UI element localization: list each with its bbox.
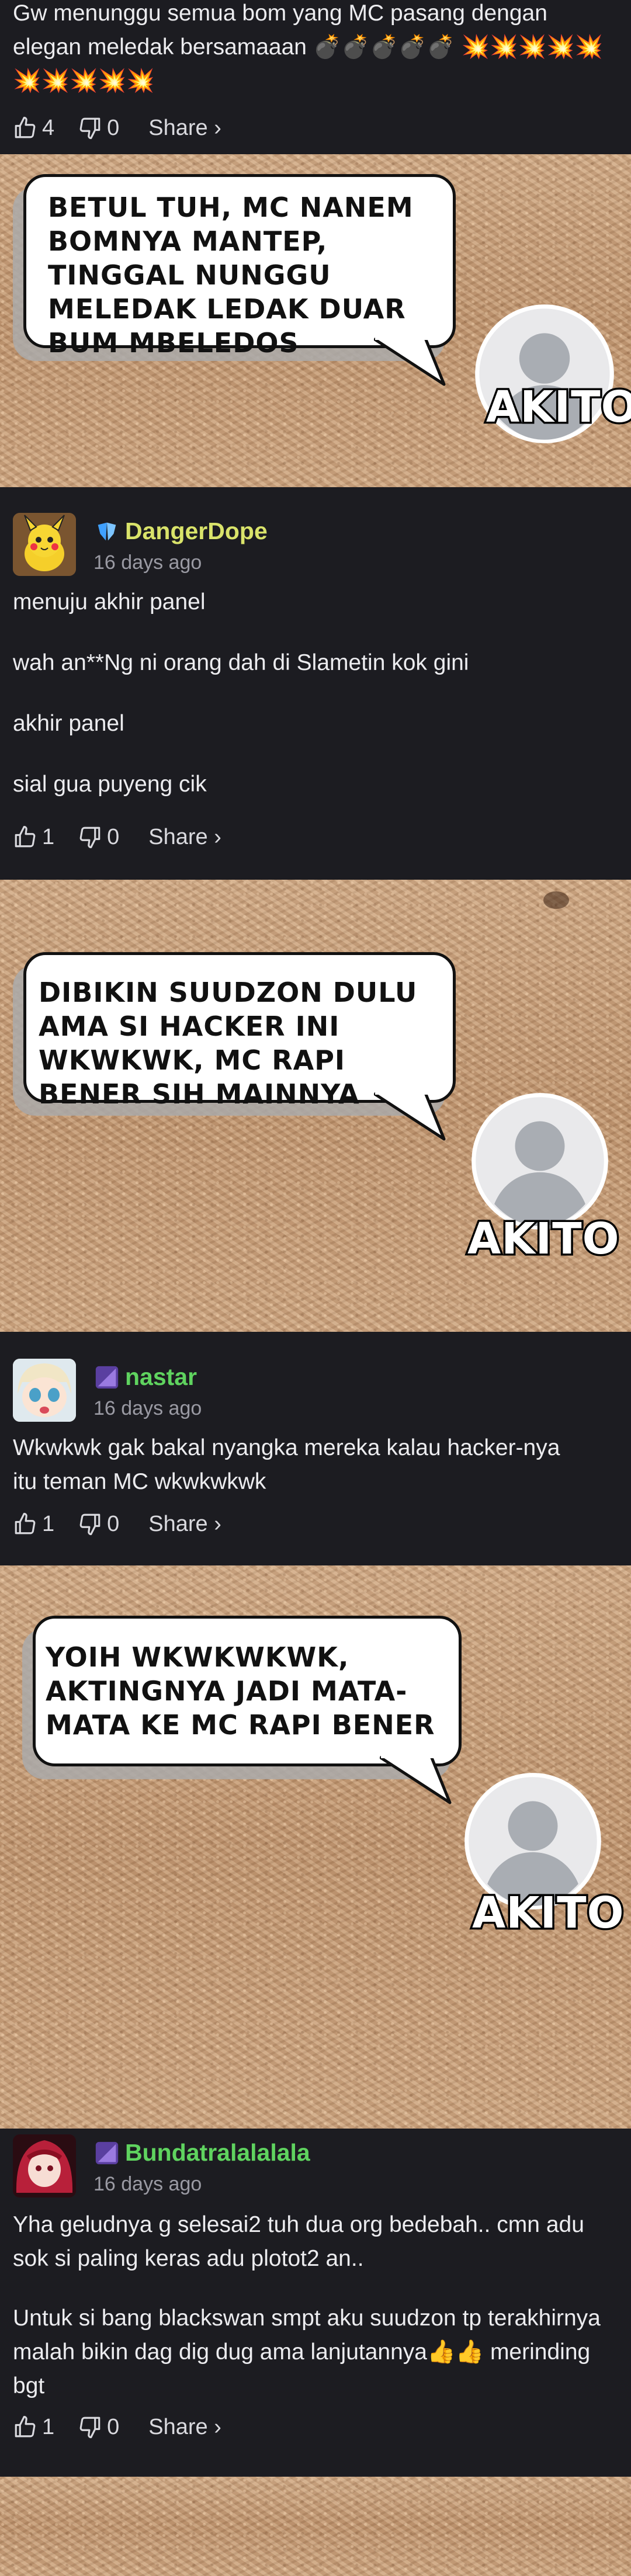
dislike-count: 0 (107, 1511, 120, 1536)
avatar-placeholder-icon (471, 1092, 609, 1230)
username[interactable]: DangerDope (93, 518, 268, 545)
username-text: nastar (125, 1363, 197, 1390)
share-button[interactable]: Share › (148, 825, 221, 850)
user-avatar[interactable] (13, 2134, 76, 2197)
anime-girl-avatar-icon (13, 1359, 76, 1422)
comment-line: menuju akhir panel (13, 589, 206, 615)
username-text: DangerDope (125, 518, 268, 544)
like-button[interactable]: 1 (13, 1512, 78, 1537)
comment-3-actions: 1 0 Share › (13, 2414, 221, 2440)
character-name: AKITO (484, 380, 631, 435)
bubble-tail (380, 1748, 452, 1804)
timestamp: 16 days ago (93, 2173, 202, 2195)
dislike-count: 0 (107, 2414, 120, 2439)
pikachu-avatar-icon (13, 513, 76, 576)
bubble-text: YOIH WKWKWKWK, AKTINGNYA JADI MATA-MATA … (46, 1641, 435, 1741)
comment-3: Bundatralalalala 16 days ago Yha geludny… (0, 2129, 631, 2477)
like-button[interactable]: 1 (13, 2415, 78, 2440)
thumb-down-icon (78, 116, 102, 140)
thumb-down-icon (78, 825, 102, 849)
purple-badge-icon (95, 2141, 119, 2164)
like-count: 1 (42, 2414, 55, 2439)
character-name: AKITO (470, 1886, 626, 1940)
thumb-up-icon (13, 1512, 37, 1536)
user-avatar[interactable] (13, 1359, 76, 1422)
share-button[interactable]: Share › (148, 2415, 221, 2440)
username[interactable]: nastar (93, 1363, 197, 1391)
bubble-text: BETUL TUH, MC NANEM BOMNYA MANTEP, TINGG… (48, 192, 414, 359)
bubble-text: DIBIKIN SUUDZON DULU AMA SI HACKER INI W… (39, 977, 418, 1110)
dislike-button[interactable]: 0 (78, 825, 143, 850)
comment-2: nastar 16 days ago Wkwkwk gak bakal nyan… (0, 1332, 631, 1565)
comment-2-actions: 1 0 Share › (13, 1511, 221, 1537)
thumb-down-icon (78, 2415, 102, 2439)
thumb-up-icon (13, 116, 37, 140)
username-text: Bundatralalalala (125, 2139, 310, 2166)
like-button[interactable]: 1 (13, 825, 78, 850)
like-count: 4 (42, 115, 55, 140)
comment-1: DangerDope 16 days ago menuju akhir pane… (0, 487, 631, 880)
share-button[interactable]: Share › (148, 116, 221, 141)
dislike-button[interactable]: 0 (78, 2415, 143, 2440)
dislike-count: 0 (107, 115, 120, 140)
comment-0-text: Gw menunggu semua bom yang MC pasang den… (13, 1, 604, 93)
comic-panel-3: YOIH WKWKWKWK, AKTINGNYA JADI MATA-MATA … (0, 1565, 631, 2129)
username[interactable]: Bundatralalalala (93, 2139, 310, 2167)
comment-paragraph: Untuk si bang blackswan smpt aku suudzon… (13, 2306, 601, 2398)
comment-text: Wkwkwk gak bakal nyangka mereka kalau ha… (13, 1435, 560, 1494)
comic-panel-2: DIBIKIN SUUDZON DULU AMA SI HACKER INI W… (0, 880, 631, 1332)
user-avatar[interactable] (13, 513, 76, 576)
comment-paragraph: Yha geludnya g selesai2 tuh dua org bede… (13, 2212, 584, 2271)
dislike-button[interactable]: 0 (78, 116, 143, 141)
comic-panel-1: BETUL TUH, MC NANEM BOMNYA MANTEP, TINGG… (0, 154, 631, 487)
purple-badge-icon (95, 1366, 119, 1388)
like-button[interactable]: 4 (13, 116, 78, 141)
thumb-up-icon (13, 825, 37, 849)
character-name: AKITO (466, 1212, 622, 1266)
comment-0-actions: 4 0 Share › (13, 114, 221, 141)
wings-badge-icon (98, 522, 116, 540)
timestamp: 16 days ago (93, 551, 202, 574)
share-button[interactable]: Share › (148, 1512, 221, 1537)
dislike-count: 0 (107, 824, 120, 849)
dislike-button[interactable]: 0 (78, 1512, 143, 1537)
stain (543, 891, 569, 909)
comment-line: akhir panel (13, 711, 124, 736)
comment-line: wah an**Ng ni orang dah di Slametin kok … (13, 650, 469, 675)
anime-character-avatar-icon (13, 2134, 76, 2197)
thumb-up-icon (13, 2415, 37, 2439)
comment-0: Gw menunggu semua bom yang MC pasang den… (0, 0, 631, 154)
thumb-down-icon (78, 1512, 102, 1536)
like-count: 1 (42, 1511, 55, 1536)
comic-panel-4 (0, 2477, 631, 2576)
comment-line: sial gua puyeng cik (13, 772, 207, 797)
timestamp: 16 days ago (93, 1397, 202, 1419)
like-count: 1 (42, 824, 55, 849)
comment-1-actions: 1 0 Share › (13, 824, 221, 850)
